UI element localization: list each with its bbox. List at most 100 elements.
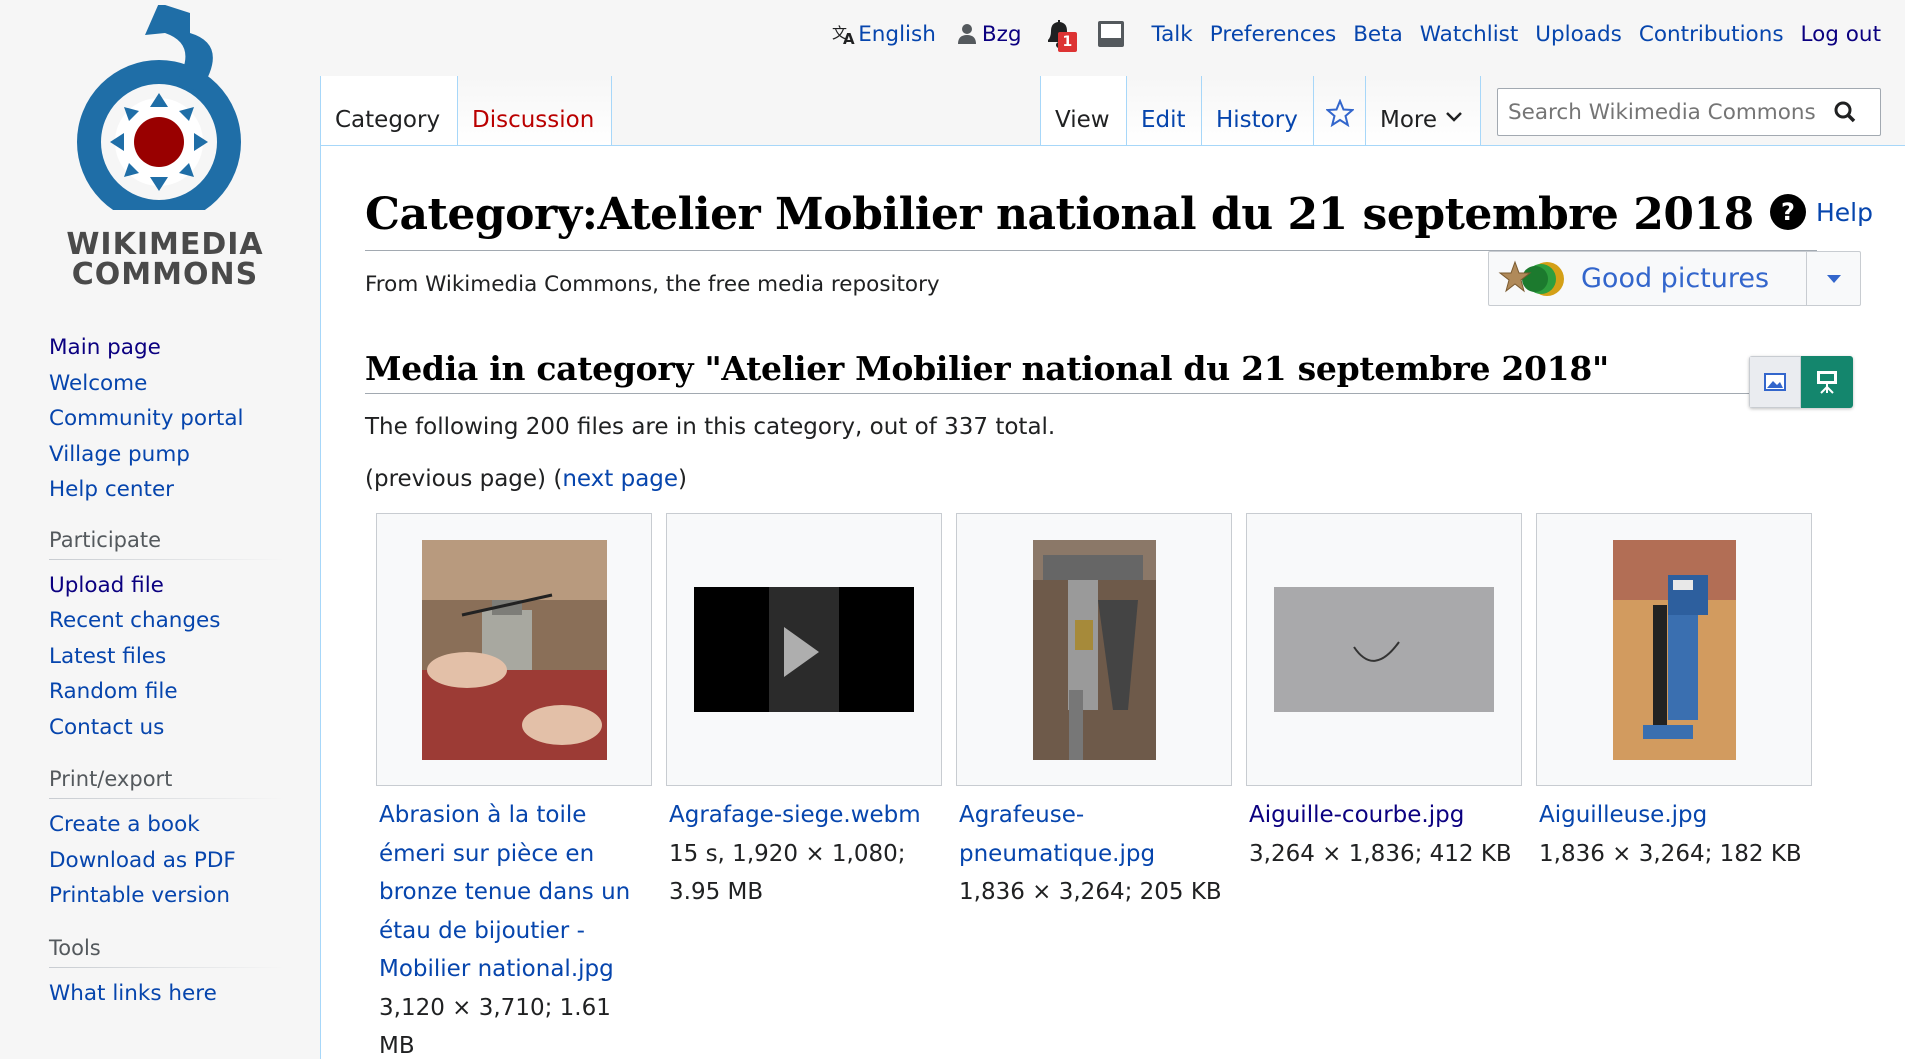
- file-name-link[interactable]: Agrafage-siege.webm: [669, 796, 942, 835]
- sidebar-item-community-portal[interactable]: Community portal: [49, 406, 244, 431]
- tab-divider: [611, 76, 612, 145]
- gallery-thumbnail-frame[interactable]: [1246, 513, 1522, 786]
- uploads-link[interactable]: Uploads: [1535, 22, 1622, 47]
- sidebar-item-welcome[interactable]: Welcome: [49, 371, 147, 396]
- tab-category-label: Category: [335, 107, 441, 133]
- gallery-thumbnail-frame[interactable]: [956, 513, 1232, 786]
- sidebar-item-upload-file[interactable]: Upload file: [49, 573, 164, 598]
- gallery-caption: Aiguilleuse.jpg 1,836 × 3,264; 182 KB: [1536, 786, 1812, 873]
- file-name-link[interactable]: Abrasion à la toile émeri sur pièce en b…: [379, 796, 652, 989]
- gallery-thumbnail-frame[interactable]: [1536, 513, 1812, 786]
- slideshow-view-button[interactable]: [1801, 356, 1853, 408]
- sidebar-navigation: Main page Welcome Community portal Villa…: [49, 330, 320, 508]
- gallery-thumbnail-frame[interactable]: [666, 513, 942, 786]
- file-name-link[interactable]: Aiguilleuse.jpg: [1539, 796, 1812, 835]
- sidebar-item-create-book[interactable]: Create a book: [49, 812, 200, 837]
- media-divider: [365, 393, 1817, 394]
- talk-link[interactable]: Talk: [1152, 22, 1193, 47]
- tab-divider-right: [1480, 76, 1481, 145]
- media-gallery: Abrasion à la toile émeri sur pièce en b…: [376, 513, 1826, 1059]
- file-count-text: The following 200 files are in this cate…: [365, 414, 1056, 440]
- tab-history[interactable]: History: [1201, 76, 1314, 145]
- search-input[interactable]: [1498, 99, 1828, 125]
- watchlist-link[interactable]: Watchlist: [1420, 22, 1519, 47]
- good-pictures-label: Good pictures: [1581, 263, 1770, 294]
- good-pictures-button[interactable]: Good pictures: [1488, 251, 1861, 306]
- thumbnail-image: [1612, 539, 1736, 760]
- tab-edit[interactable]: Edit: [1126, 76, 1202, 145]
- sidebar: Main page Welcome Community portal Villa…: [0, 330, 320, 1033]
- commons-logo-icon: [77, 5, 241, 210]
- tab-history-label: History: [1216, 107, 1298, 133]
- file-metadata: 3,264 × 1,836; 412 KB: [1249, 840, 1512, 867]
- good-picture-badge-icon: [1497, 258, 1571, 300]
- media-section-heading: Media in category "Atelier Mobilier nati…: [365, 349, 1609, 388]
- sidebar-item-random-file[interactable]: Random file: [49, 679, 178, 704]
- gallery-caption: Agrafage-siege.webm 15 s, 1,920 × 1,080;…: [666, 786, 942, 912]
- sidebar-tools: Tools What links here: [49, 935, 320, 1012]
- sidebar-item-latest-files[interactable]: Latest files: [49, 644, 166, 669]
- sidebar-item-recent-changes[interactable]: Recent changes: [49, 608, 220, 633]
- sidebar-item-download-pdf[interactable]: Download as PDF: [49, 848, 236, 873]
- contributions-link[interactable]: Contributions: [1639, 22, 1784, 47]
- sidebar-item-village-pump[interactable]: Village pump: [49, 442, 190, 467]
- tray-icon: [1096, 19, 1126, 49]
- file-metadata: 15 s, 1,920 × 1,080; 3.95 MB: [669, 840, 906, 906]
- sidebar-item-help-center[interactable]: Help center: [49, 477, 174, 502]
- file-name-link[interactable]: Agrafeuse-pneumatique.jpg: [959, 796, 1232, 873]
- language-selector[interactable]: 文A English: [832, 22, 936, 47]
- good-pictures-dropdown[interactable]: [1807, 274, 1860, 283]
- gallery-thumbnail-frame[interactable]: [376, 513, 652, 786]
- star-outline-icon: [1324, 98, 1356, 133]
- chevron-down-icon: [1445, 103, 1463, 129]
- gallery-view-button[interactable]: [1749, 356, 1801, 408]
- sidebar-print-export: Print/export Create a book Download as P…: [49, 767, 320, 914]
- participate-heading: Participate: [49, 527, 285, 560]
- gallery-item: Abrasion à la toile émeri sur pièce en b…: [376, 513, 652, 1059]
- tab-view[interactable]: View: [1040, 76, 1127, 145]
- help-link[interactable]: ? Help: [1770, 194, 1873, 230]
- good-pictures-main[interactable]: Good pictures: [1489, 252, 1807, 305]
- print-export-heading: Print/export: [49, 767, 285, 799]
- gallery-item: Agrafeuse-pneumatique.jpg 1,836 × 3,264;…: [956, 513, 1232, 1059]
- beta-link[interactable]: Beta: [1353, 22, 1403, 47]
- gallery-item: Aiguille-courbe.jpg 3,264 × 1,836; 412 K…: [1246, 513, 1522, 1059]
- sidebar-item-main-page[interactable]: Main page: [49, 335, 161, 360]
- gallery-view-toggle: [1749, 356, 1853, 408]
- previous-page-text: (previous page) (: [365, 466, 563, 492]
- user-icon: [957, 24, 976, 44]
- gallery-caption: Abrasion à la toile émeri sur pièce en b…: [376, 786, 652, 1059]
- thumbnail-image: [1274, 587, 1494, 712]
- sidebar-item-what-links-here[interactable]: What links here: [49, 981, 217, 1006]
- search-box: [1497, 88, 1881, 136]
- more-menu-label: More: [1380, 107, 1438, 133]
- search-icon[interactable]: [1834, 101, 1856, 123]
- gallery-item: Aiguilleuse.jpg 1,836 × 3,264; 182 KB: [1536, 513, 1812, 1059]
- gallery-caption: Aiguille-courbe.jpg 3,264 × 1,836; 412 K…: [1246, 786, 1522, 873]
- page-title: Category:Atelier Mobilier national du 21…: [365, 189, 1754, 240]
- next-page-link[interactable]: next page: [562, 466, 678, 492]
- site-logo[interactable]: WIKIMEDIA COMMONS: [50, 5, 280, 295]
- notification-badge: 1: [1057, 32, 1078, 52]
- notifications-button[interactable]: 1: [1044, 18, 1078, 52]
- caret-down-icon: [1826, 274, 1841, 283]
- messages-button[interactable]: [1096, 19, 1126, 49]
- site-tagline: From Wikimedia Commons, the free media r…: [365, 272, 940, 297]
- sidebar-item-printable-version[interactable]: Printable version: [49, 883, 230, 908]
- tab-discussion[interactable]: Discussion: [457, 76, 611, 145]
- file-metadata: 1,836 × 3,264; 182 KB: [1539, 840, 1802, 867]
- svg-text:?: ?: [1781, 198, 1795, 226]
- sidebar-item-contact-us[interactable]: Contact us: [49, 715, 164, 740]
- translate-icon: 文A: [832, 23, 858, 45]
- tab-category[interactable]: Category: [320, 76, 458, 145]
- more-menu[interactable]: More: [1365, 76, 1481, 145]
- main-content: Category:Atelier Mobilier national du 21…: [320, 145, 1905, 1059]
- username-label: Bzg: [981, 21, 1022, 47]
- file-metadata: 3,120 × 3,710; 1.61 MB: [379, 994, 611, 1059]
- file-name-link[interactable]: Aiguille-courbe.jpg: [1249, 796, 1522, 835]
- logout-link[interactable]: Log out: [1801, 22, 1881, 47]
- preferences-link[interactable]: Preferences: [1210, 22, 1336, 47]
- presentation-icon: [1815, 369, 1839, 395]
- user-link[interactable]: Bzg: [957, 21, 1022, 47]
- watch-star-button[interactable]: [1313, 76, 1366, 145]
